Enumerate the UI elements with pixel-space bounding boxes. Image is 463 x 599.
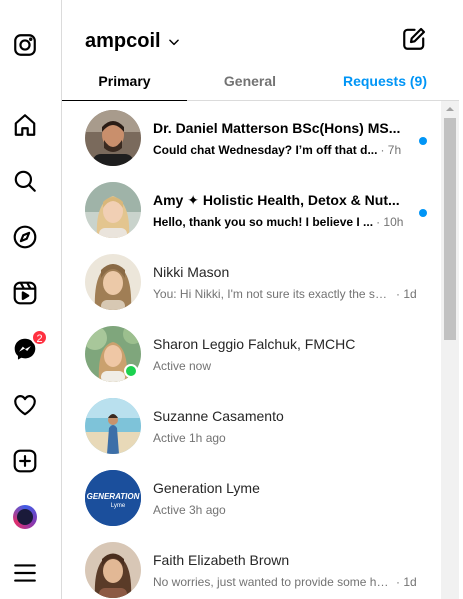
scroll-up-arrow-icon[interactable] — [441, 101, 459, 117]
messages-header: ampcoil — [62, 0, 459, 66]
thread-preview: Could chat Wednesday? I’m off that d... … — [153, 143, 423, 157]
thread-list: Dr. Daniel Matterson BSc(Hons) MS... Cou… — [62, 101, 442, 599]
instagram-icon[interactable] — [11, 31, 39, 59]
thread-status: Active 3h ago — [153, 503, 226, 517]
thread-name: Nikki Mason — [153, 264, 230, 280]
messenger-badge: 2 — [31, 329, 48, 346]
scrollbar-thumb[interactable] — [444, 118, 456, 340]
thread-preview: Active 3h ago — [153, 503, 423, 517]
avatar — [85, 398, 141, 454]
avatar — [85, 110, 141, 166]
thread-row[interactable]: Amy ✦ Holistic Health, Detox & Nut... He… — [62, 176, 442, 248]
inbox-tabs: Primary General Requests (9) — [62, 62, 459, 101]
thread-name: Faith Elizabeth Brown — [153, 552, 290, 568]
thread-row[interactable]: GENERATION Lyme Generation Lyme Active 3… — [62, 464, 442, 536]
generation-lyme-logo-text: GENERATION — [87, 492, 140, 501]
create-icon[interactable] — [11, 447, 39, 475]
menu-icon[interactable] — [11, 559, 39, 587]
thread-name: Amy ✦ Holistic Health, Detox & Nut... — [153, 192, 400, 208]
thread-time: · 1d — [396, 575, 417, 589]
thread-preview: No worries, just wanted to provide some … — [153, 575, 423, 589]
new-message-icon[interactable] — [401, 26, 427, 52]
thread-row[interactable]: Faith Elizabeth Brown No worries, just w… — [62, 536, 442, 599]
thread-row[interactable]: Sharon Leggio Falchuk, FMCHC Active now — [62, 320, 442, 392]
thread-message: You: Hi Nikki, I'm not sure its exactly … — [153, 287, 393, 301]
messenger-icon[interactable]: 2 — [11, 329, 48, 363]
search-icon[interactable] — [11, 167, 39, 195]
avatar — [85, 542, 141, 598]
thread-preview: Active 1h ago — [153, 431, 423, 445]
thread-time: · 10h — [376, 215, 404, 229]
thread-preview: Active now — [153, 359, 423, 373]
thread-name: Dr. Daniel Matterson BSc(Hons) MS... — [153, 120, 401, 136]
thread-name: Suzanne Casamento — [153, 408, 284, 424]
online-indicator — [124, 364, 138, 378]
username-label: ampcoil — [85, 30, 161, 52]
profile-icon[interactable] — [11, 503, 39, 531]
avatar — [85, 182, 141, 238]
thread-preview: Hello, thank you so much! I believe I ..… — [153, 215, 423, 229]
home-icon[interactable] — [11, 111, 39, 139]
thread-list-scrollbar[interactable] — [441, 101, 459, 599]
unread-dot — [419, 209, 427, 217]
thread-message: No worries, just wanted to provide some … — [153, 575, 393, 589]
tab-requests[interactable]: Requests (9) — [313, 62, 459, 100]
messages-panel: ampcoil Primary General Requests (9) Dr.… — [62, 0, 459, 599]
generation-lyme-logo-sub: Lyme — [111, 503, 126, 509]
tab-general[interactable]: General — [187, 62, 313, 100]
thread-status: Active 1h ago — [153, 431, 226, 445]
thread-preview: You: Hi Nikki, I'm not sure its exactly … — [153, 287, 423, 301]
reels-icon[interactable] — [11, 279, 39, 307]
thread-time: · 1d — [396, 287, 417, 301]
avatar — [85, 254, 141, 310]
thread-message: Could chat Wednesday? I’m off that d... — [153, 143, 378, 157]
thread-status: Active now — [153, 359, 212, 373]
left-nav-rail: 2 — [0, 0, 62, 599]
explore-icon[interactable] — [11, 223, 39, 251]
chevron-down-icon — [168, 39, 179, 45]
thread-row[interactable]: Nikki Mason You: Hi Nikki, I'm not sure … — [62, 248, 442, 320]
thread-row[interactable]: Suzanne Casamento Active 1h ago — [62, 392, 442, 464]
notifications-icon[interactable] — [11, 391, 39, 419]
thread-name: Generation Lyme — [153, 480, 260, 496]
avatar: GENERATION Lyme — [85, 470, 141, 526]
account-switcher[interactable]: ampcoil — [85, 30, 181, 53]
tab-primary[interactable]: Primary — [62, 62, 187, 101]
thread-name: Sharon Leggio Falchuk, FMCHC — [153, 336, 356, 352]
unread-dot — [419, 137, 427, 145]
thread-message: Hello, thank you so much! I believe I ..… — [153, 215, 374, 229]
thread-row[interactable]: Dr. Daniel Matterson BSc(Hons) MS... Cou… — [62, 104, 442, 176]
thread-time: · 7h — [380, 143, 402, 157]
